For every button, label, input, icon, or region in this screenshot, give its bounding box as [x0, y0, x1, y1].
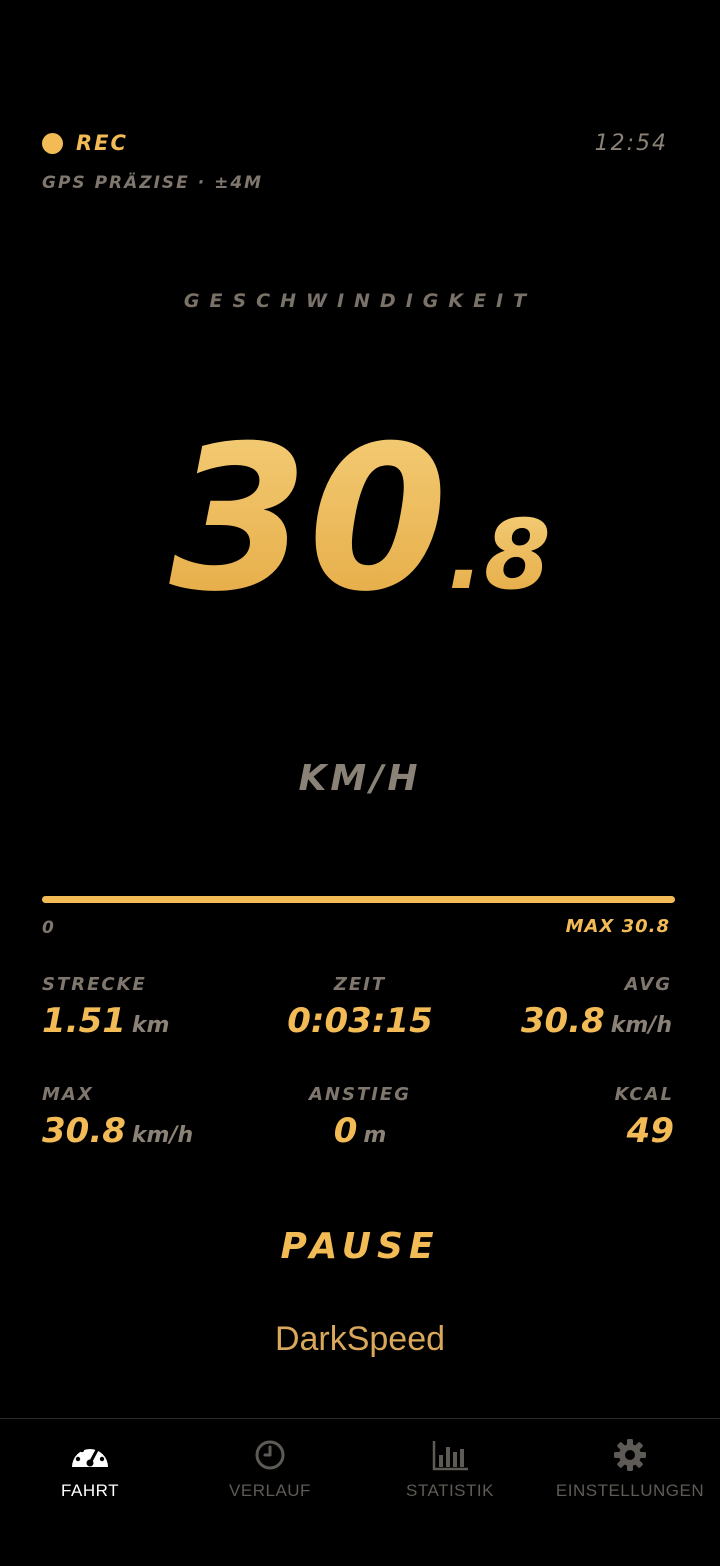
stat-unit: km/h	[610, 1013, 672, 1038]
stat-max: MAX 30.8 km/h	[42, 1084, 193, 1151]
speed-decimal: .8	[447, 499, 551, 611]
stat-value: 0	[333, 1111, 358, 1151]
stat-value: 30.8	[42, 1111, 126, 1151]
stat-average: AVG 30.8 km/h	[521, 974, 672, 1041]
brand-name: DarkSpeed	[274, 1320, 446, 1358]
gps-accuracy: GPS PRÄZISE · ±4M	[42, 173, 264, 193]
tab-label: FAHRT	[61, 1481, 119, 1500]
speedometer-icon	[72, 1443, 108, 1467]
bottom-tab-bar: FAHRT VERLAUF STATISTIK EINSTELLUNGEN	[0, 1418, 720, 1566]
stat-unit: km/h	[131, 1123, 194, 1148]
stat-label: AVG	[624, 974, 672, 995]
stat-climb: ANSTIEG 0m	[240, 1084, 480, 1151]
stat-label: ANSTIEG	[308, 1084, 411, 1105]
stat-label: STRECKE	[42, 974, 147, 995]
clock-icon	[255, 1440, 285, 1470]
progress-max-label: MAX 30.8	[565, 916, 670, 937]
pause-button[interactable]: PAUSE	[0, 1226, 720, 1267]
stat-unit: m	[363, 1123, 387, 1148]
speed-integer: 30	[169, 403, 448, 636]
tab-label: VERLAUF	[229, 1481, 311, 1500]
stat-label: KCAL	[614, 1084, 674, 1105]
speed-progress-bar	[42, 896, 675, 903]
speed-readout: 30.8	[0, 420, 720, 620]
stat-kcal: KCAL 49	[615, 1084, 674, 1151]
speed-progress-fill	[42, 896, 675, 903]
stat-label: ZEIT	[333, 974, 387, 995]
stat-value: 1.51	[42, 1001, 126, 1041]
bar-chart-icon	[432, 1441, 468, 1471]
rec-label: REC	[76, 131, 128, 155]
speed-title: GESCHWINDIGKEIT	[183, 290, 537, 312]
stat-distance: STRECKE 1.51 km	[42, 974, 169, 1041]
tab-label: EINSTELLUNGEN	[555, 1481, 705, 1500]
stat-value: 30.8	[520, 1001, 605, 1041]
stat-unit: km	[131, 1013, 170, 1038]
progress-min-label: 0	[42, 918, 54, 938]
speed-unit: KM/H	[298, 758, 422, 799]
stat-value: 0:03:15	[287, 1001, 433, 1041]
clock: 12:54	[594, 131, 668, 156]
stat-value: 49	[626, 1111, 674, 1151]
stat-time: ZEIT 0:03:15	[240, 974, 480, 1041]
gear-icon	[614, 1439, 646, 1471]
recording-indicator-dot	[42, 133, 63, 154]
tab-label: STATISTIK	[406, 1481, 494, 1500]
stat-label: MAX	[42, 1084, 94, 1105]
